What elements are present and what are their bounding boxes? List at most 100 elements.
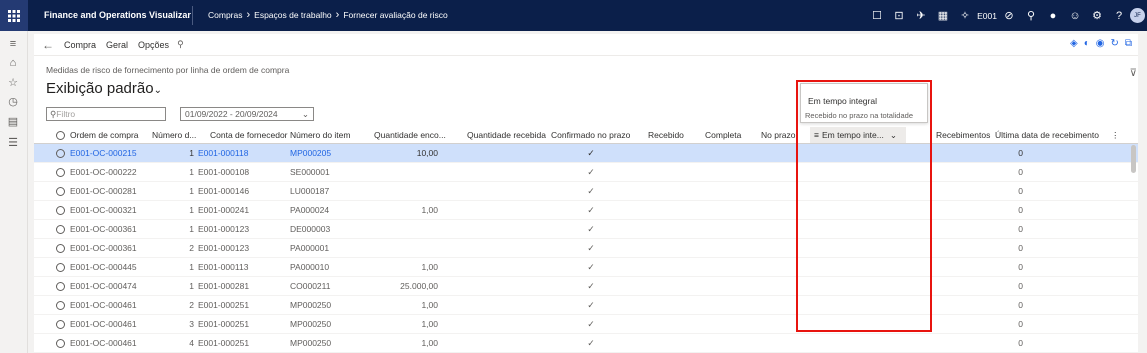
breadcrumb-item-risk[interactable]: Fornecer avaliação de risco (343, 10, 447, 20)
grid-icon[interactable]: ▦ (932, 0, 954, 31)
rocket-icon[interactable]: ✈ (910, 0, 932, 31)
square-icon[interactable]: ☐ (866, 0, 888, 31)
dashboard-icon[interactable]: ⊡ (888, 0, 910, 31)
filter-funnel-icon[interactable]: ⊽ (1130, 68, 1137, 79)
breadcrumb-item-workspaces[interactable]: Espaços de trabalho (254, 10, 332, 20)
table-row[interactable]: E001-OC-000461 3 E001-000251 MP000250 1,00 ✓ 0 (34, 315, 1138, 334)
office-icon[interactable]: ◐ (1084, 38, 1090, 49)
avatar[interactable]: JF (1130, 8, 1145, 23)
search-icon[interactable]: ⚲ (177, 39, 184, 50)
table-row[interactable]: E001-OC-000445 1 E001-000113 PA000010 1,00 ✓ 0 (34, 258, 1138, 277)
row-select-radio[interactable] (54, 296, 66, 314)
table-row[interactable]: E001-OC-000461 2 E001-000251 MP000250 1,00 ✓ 0 (34, 296, 1138, 315)
back-arrow-icon[interactable]: ← (42, 38, 54, 52)
cell-item[interactable]: PA000010 (290, 258, 360, 276)
table-row[interactable]: E001-OC-000281 1 E001-000146 LU000187 ✓ 0 (34, 182, 1138, 201)
app-launcher-waffle-icon[interactable] (0, 0, 28, 31)
column-header-vendor[interactable]: Conta de fornecedor (210, 127, 294, 143)
column-header-po[interactable]: Ordem de compra (70, 127, 150, 143)
cell-vendor[interactable]: E001-000113 (198, 258, 278, 276)
column-header-line[interactable]: Número d... (152, 127, 206, 143)
row-select-radio[interactable] (54, 182, 66, 200)
cell-item[interactable]: SE000001 (290, 163, 360, 181)
table-row[interactable]: E001-OC-000222 1 E001-000108 SE000001 ✓ 0 (34, 163, 1138, 182)
power-apps-icon[interactable]: ◈ (1070, 38, 1078, 49)
table-row[interactable]: E001-OC-000361 1 E001-000123 DE000003 ✓ 0 (34, 220, 1138, 239)
cell-item[interactable]: MP000205 (290, 144, 360, 162)
open-new-window-icon[interactable]: ⧉ (1125, 38, 1132, 49)
column-header-received[interactable]: Recebido (648, 127, 688, 143)
cell-po[interactable]: E001-OC-000361 (70, 220, 150, 238)
row-select-radio[interactable] (54, 258, 66, 276)
notification-icon[interactable]: ● (1042, 0, 1064, 31)
filter-icon[interactable]: ⊘ (998, 0, 1020, 31)
filter-input[interactable]: ⚲Filtro (46, 107, 166, 121)
star-icon[interactable]: ☆ (6, 75, 20, 89)
cell-vendor[interactable]: E001-000241 (198, 201, 278, 219)
cell-po[interactable]: E001-OC-000222 (70, 163, 150, 181)
table-row[interactable]: E001-OC-000361 2 E001-000123 PA000001 ✓ 0 (34, 239, 1138, 258)
company-picker[interactable]: E001 (976, 0, 998, 31)
column-header-receipts[interactable]: Recebimentos (936, 127, 996, 143)
refresh-icon[interactable]: ↻ (1110, 38, 1118, 49)
column-header-last-receipt-date[interactable]: Última data de recebimento (995, 127, 1103, 143)
menu-icon[interactable]: ≡ (6, 37, 20, 51)
clock-icon[interactable]: ◷ (6, 94, 20, 108)
cell-vendor[interactable]: E001-000251 (198, 315, 278, 333)
column-options-icon[interactable]: ⋮ (1111, 127, 1121, 143)
cell-item[interactable]: LU000187 (290, 182, 360, 200)
cell-po[interactable]: E001-OC-000361 (70, 239, 150, 257)
attachments-badge-icon[interactable]: ◉ (1096, 38, 1105, 49)
cell-po[interactable]: E001-OC-000461 (70, 315, 150, 333)
row-select-radio[interactable] (54, 239, 66, 257)
cell-item[interactable]: MP000250 (290, 334, 360, 352)
cell-item[interactable]: MP000250 (290, 296, 360, 314)
home-icon[interactable]: ⌂ (6, 56, 20, 70)
grid-scrollbar[interactable] (1131, 145, 1136, 173)
table-row[interactable]: E001-OC-000474 1 E001-000281 CO000211 25.000… (34, 277, 1138, 296)
smiley-icon[interactable]: ☺ (1064, 0, 1086, 31)
table-row[interactable]: E001-OC-000321 1 E001-000241 PA000024 1,00 ✓ 0 (34, 201, 1138, 220)
breadcrumb-item-compras[interactable]: Compras (208, 10, 242, 20)
select-all-radio[interactable] (54, 127, 66, 143)
column-header-qty-ordered[interactable]: Quantidade enco... (374, 127, 448, 143)
cell-item[interactable]: CO000211 (290, 277, 360, 295)
action-tab-opcoes[interactable]: Opções (138, 40, 169, 50)
row-select-radio[interactable] (54, 334, 66, 352)
table-row[interactable]: E001-OC-000215 1 E001-000118 MP000205 10,00 ✓… (34, 144, 1138, 163)
row-select-radio[interactable] (54, 277, 66, 295)
column-header-complete[interactable]: Completa (705, 127, 745, 143)
row-select-radio[interactable] (54, 220, 66, 238)
cell-vendor[interactable]: E001-000146 (198, 182, 278, 200)
cell-po[interactable]: E001-OC-000461 (70, 296, 150, 314)
cell-item[interactable]: PA000001 (290, 239, 360, 257)
list-icon[interactable]: ☰ (6, 135, 20, 149)
gear-icon[interactable]: ⚙ (1086, 0, 1108, 31)
view-selector[interactable]: Exibição padrão⌄ (46, 80, 162, 97)
action-tab-compra[interactable]: Compra (64, 40, 96, 50)
cell-item[interactable]: PA000024 (290, 201, 360, 219)
help-icon[interactable]: ? (1108, 0, 1130, 31)
wand-icon[interactable]: ✧ (954, 0, 976, 31)
cell-vendor[interactable]: E001-000281 (198, 277, 278, 295)
cell-po[interactable]: E001-OC-000461 (70, 334, 150, 352)
column-header-on-time[interactable]: No prazo (761, 127, 797, 143)
date-range-picker[interactable]: 01/09/2022 - 20/09/2024 ⌄ (180, 107, 314, 121)
cell-po[interactable]: E001-OC-000445 (70, 258, 150, 276)
cell-item[interactable]: DE000003 (290, 220, 360, 238)
cell-vendor[interactable]: E001-000251 (198, 334, 278, 352)
cell-vendor[interactable]: E001-000123 (198, 239, 278, 257)
search-icon[interactable]: ⚲ (1020, 0, 1042, 31)
workspace-icon[interactable]: ▤ (6, 114, 20, 128)
cell-item[interactable]: MP000250 (290, 315, 360, 333)
cell-vendor[interactable]: E001-000118 (198, 144, 278, 162)
row-select-radio[interactable] (54, 144, 66, 162)
cell-vendor[interactable]: E001-000108 (198, 163, 278, 181)
cell-vendor[interactable]: E001-000251 (198, 296, 278, 314)
table-row[interactable]: E001-OC-000461 4 E001-000251 MP000250 1,00 ✓ 0 (34, 334, 1138, 353)
row-select-radio[interactable] (54, 201, 66, 219)
column-header-qty-received[interactable]: Quantidade recebida (467, 127, 551, 143)
column-header-item[interactable]: Número do item (290, 127, 360, 143)
app-title[interactable]: Finance and Operations Visualizar (44, 10, 191, 20)
cell-po[interactable]: E001-OC-000215 (70, 144, 150, 162)
